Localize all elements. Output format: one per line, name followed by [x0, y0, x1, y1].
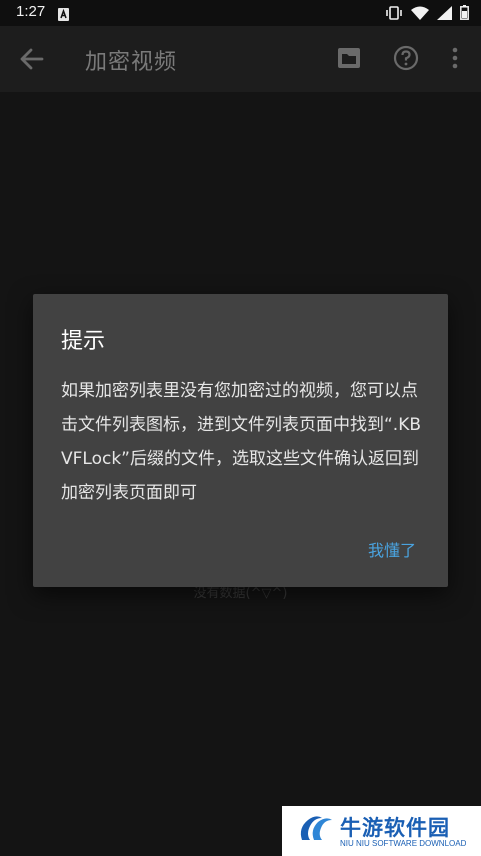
watermark: 牛游软件园 NIU NIU SOFTWARE DOWNLOAD [282, 806, 481, 856]
brand-logo-icon [296, 814, 334, 842]
dialog-message: 如果加密列表里没有您加密过的视频，您可以点击文件列表图标，进到文件列表页面中找到… [61, 381, 422, 503]
watermark-subtitle: NIU NIU SOFTWARE DOWNLOAD [340, 839, 467, 848]
dialog-title: 提示 [61, 329, 106, 354]
watermark-name: 牛游软件园 [340, 816, 450, 840]
got-it-button[interactable]: 我懂了 [368, 537, 416, 561]
app-screen: 1:27 加密视频 没有数据(^▽^) 提示 如果加密列表里没有您加密过的视频，… [0, 0, 481, 856]
hint-dialog: 提示 如果加密列表里没有您加密过的视频，您可以点击文件列表图标，进到文件列表页面… [33, 294, 448, 587]
